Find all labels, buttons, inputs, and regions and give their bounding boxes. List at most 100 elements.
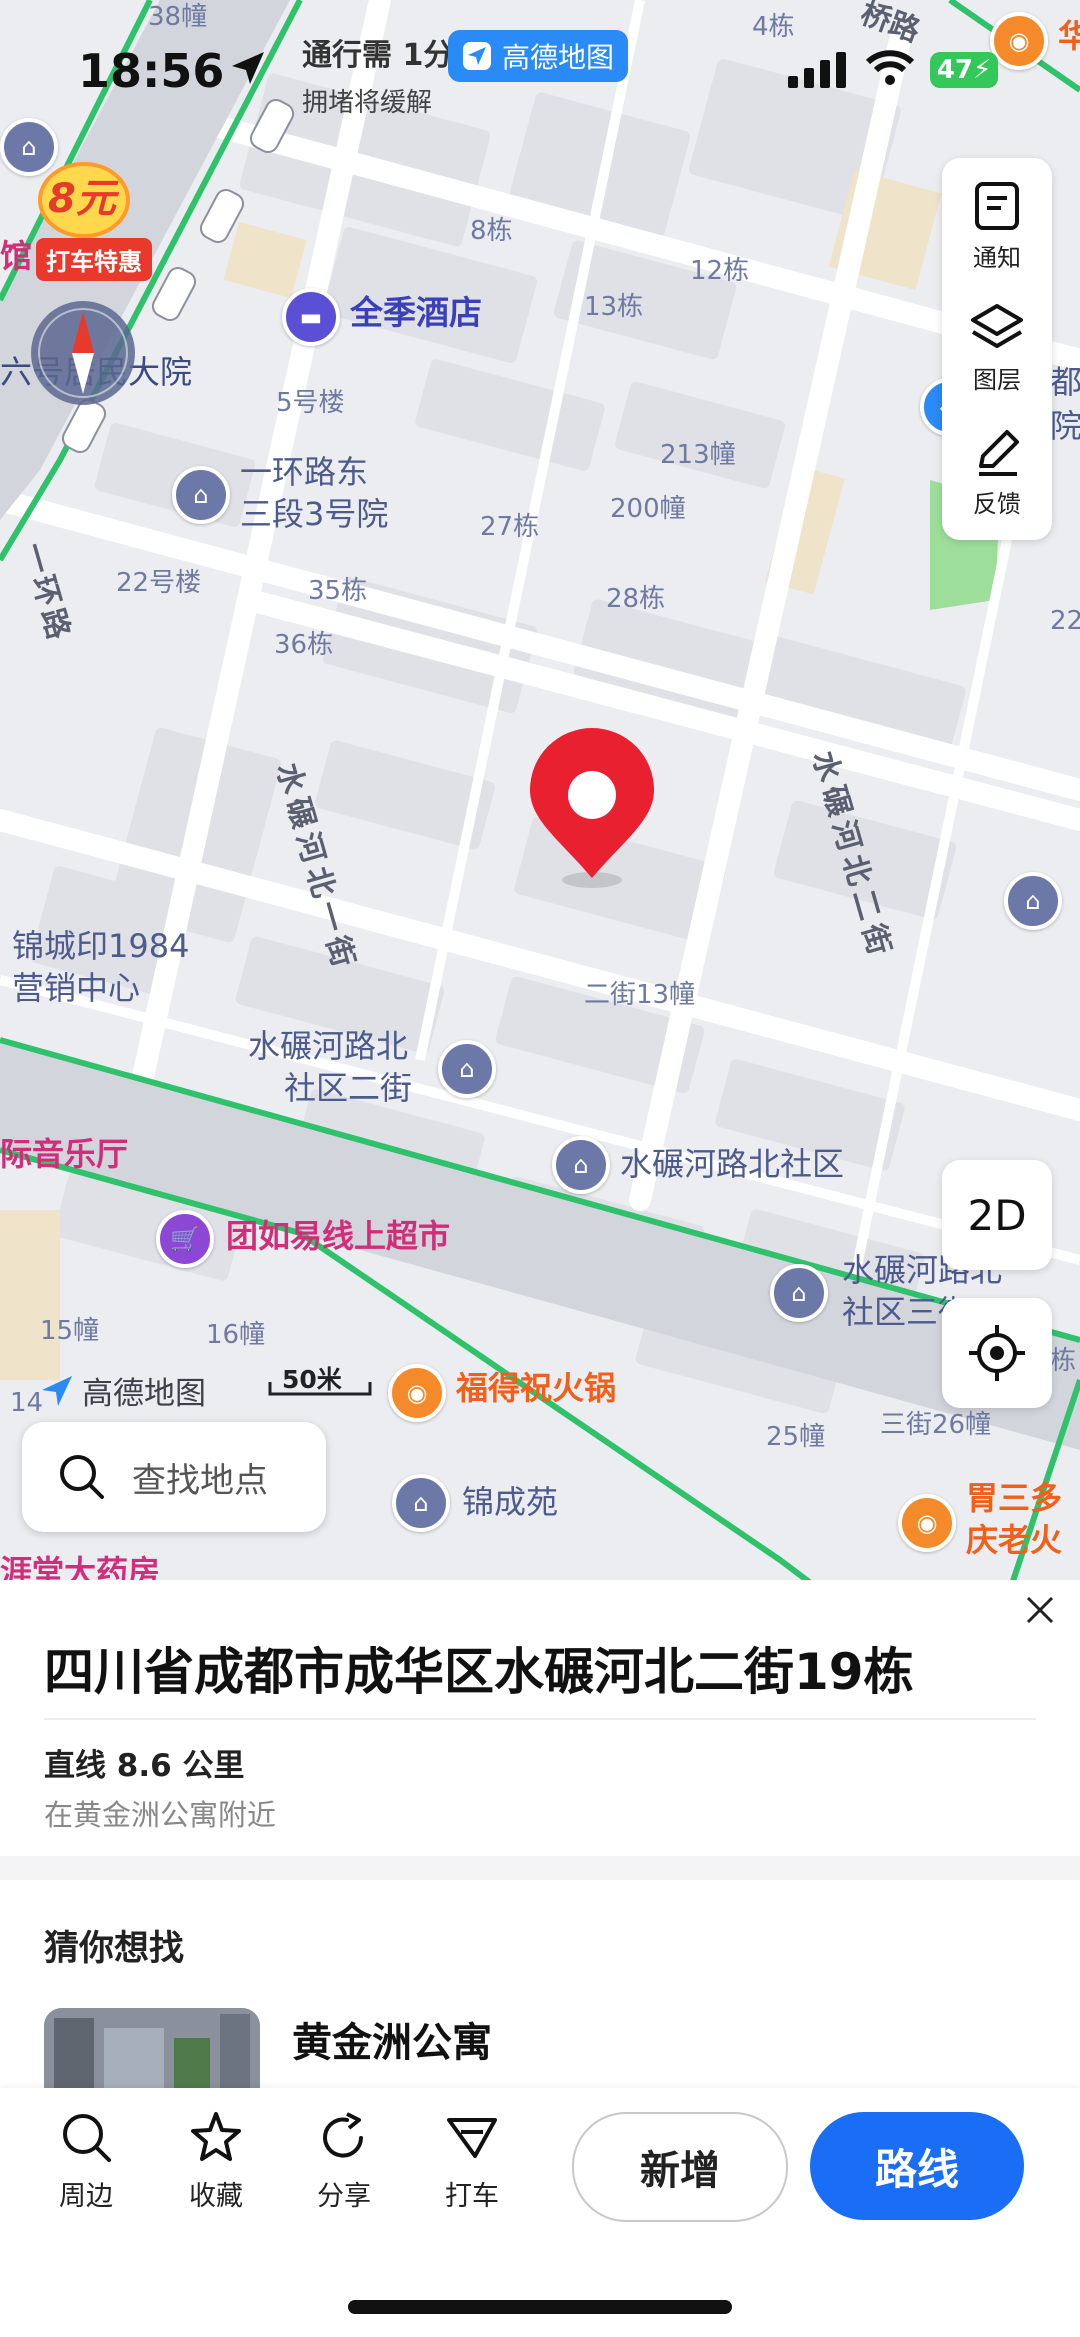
map-poi-hotpot[interactable]: 福得祝火锅: [456, 1372, 616, 1404]
status-time: 18:56: [78, 44, 225, 98]
taxi-icon: [447, 2118, 497, 2158]
map-label: 35栋: [308, 576, 368, 606]
nearby-label: 周边: [59, 2181, 113, 2212]
section-title: 猜你想找: [44, 1929, 185, 1969]
map-poi-hotel[interactable]: 全季酒店: [350, 296, 482, 329]
close-icon[interactable]: [1022, 1592, 1058, 1628]
app-return-label: 高德地图: [502, 41, 615, 74]
star-icon: [191, 2112, 241, 2161]
section-gap: [0, 1856, 1080, 1880]
map-label: 院学: [1050, 407, 1080, 445]
map-toolbar: 通知 图层 反馈: [942, 158, 1052, 540]
nav-hint-text: 通行需 1分: [302, 38, 454, 73]
layers-icon: [971, 303, 1023, 348]
map-label: 13栋: [584, 292, 644, 322]
hotel-icon[interactable]: ▬: [282, 288, 340, 346]
signal-icon: [788, 52, 846, 88]
battery-level: 47: [936, 55, 973, 85]
share-button[interactable]: 分享: [294, 2110, 394, 2230]
map-label: 庆老火: [966, 1521, 1063, 1559]
community-icon[interactable]: ⌂: [770, 1264, 828, 1322]
restaurant-icon[interactable]: ◉: [388, 1364, 446, 1422]
share-label: 分享: [317, 2181, 371, 2212]
favorite-label: 收藏: [189, 2181, 243, 2212]
layers-button[interactable]: 图层: [942, 288, 1052, 408]
map-label: 都市: [1050, 363, 1080, 401]
map-base: [0, 0, 1080, 1590]
map-label: 胃三多: [966, 1479, 1063, 1517]
map-watermark: 高德地图: [40, 1368, 206, 1413]
map-label: 栋: [1050, 1346, 1077, 1376]
route-button[interactable]: 路线: [810, 2112, 1024, 2220]
location-arrow-icon: [232, 52, 264, 84]
nearby-button[interactable]: 周边: [36, 2110, 136, 2230]
map-label: 213幢: [660, 440, 736, 470]
nav-hint-sub: 拥堵将缓解: [302, 88, 433, 118]
community-icon[interactable]: ⌂: [438, 1040, 496, 1098]
map-label: 锦城印1984: [12, 927, 190, 965]
map-label: 4栋: [752, 12, 795, 42]
notify-label: 通知: [973, 243, 1021, 272]
add-button[interactable]: 新增: [572, 2112, 788, 2222]
map-label: 200幢: [610, 494, 686, 524]
search-icon: [63, 2114, 111, 2162]
wifi-icon: [866, 50, 914, 85]
map-label: 锦成苑: [462, 1483, 559, 1521]
notify-button[interactable]: 通知: [942, 166, 1052, 286]
map-label: 5号楼: [276, 388, 345, 418]
edit-icon: [979, 429, 1019, 476]
restaurant-icon[interactable]: ◉: [990, 12, 1048, 70]
map-label: 二街13幢: [584, 980, 696, 1010]
nearby-text: 在黄金洲公寓附近: [44, 1798, 277, 1832]
map-label: 三段3号院: [240, 495, 389, 533]
watermark-text: 高德地图: [82, 1376, 206, 1412]
search-placeholder: 查找地点: [132, 1460, 268, 1501]
gaode-logo-icon: [42, 1375, 72, 1406]
map-label: 一环路东: [240, 453, 369, 491]
map-label: 8栋: [470, 216, 513, 246]
community-icon[interactable]: ⌂: [1004, 872, 1062, 930]
suggestion-title[interactable]: 黄金洲公寓: [292, 2010, 492, 2068]
taxi-button[interactable]: 打车: [422, 2110, 522, 2230]
map-label: 22: [1050, 606, 1080, 636]
map-label: 际音乐厅: [0, 1135, 129, 1173]
suggestion-thumbnail[interactable]: [44, 2008, 260, 2088]
gaode-logo-icon: [463, 42, 491, 70]
promo-price[interactable]: 8元: [48, 166, 116, 224]
toggle-2d-button[interactable]: 2D: [942, 1160, 1052, 1270]
map-poi-market[interactable]: 团如易线上超市: [226, 1220, 450, 1252]
map-label: 营销中心: [12, 969, 141, 1007]
map-label: 14: [10, 1388, 44, 1418]
community-icon[interactable]: ⌂: [552, 1136, 610, 1194]
share-icon: [323, 2112, 363, 2158]
locate-icon: [969, 1325, 1025, 1381]
residence-icon[interactable]: ⌂: [392, 1474, 450, 1532]
locate-button[interactable]: [942, 1298, 1052, 1408]
map-label: 三街26幢: [880, 1410, 992, 1440]
distance-text: 直线 8.6 公里: [44, 1748, 245, 1784]
map-label: 36栋: [274, 630, 334, 660]
favorite-button[interactable]: 收藏: [166, 2110, 266, 2230]
home-indicator[interactable]: [348, 2300, 732, 2314]
map-poi-community[interactable]: 水碾河路北社区: [620, 1148, 844, 1180]
layers-label: 图层: [973, 365, 1021, 394]
map-label: 华: [1058, 17, 1080, 55]
map-label: 28栋: [606, 584, 666, 614]
residence-icon[interactable]: ⌂: [172, 466, 230, 524]
map-label: 馆: [0, 237, 33, 275]
map-label: 12栋: [690, 256, 750, 286]
map-label: 27栋: [480, 512, 540, 542]
map-view[interactable]: 38幢 4栋 桥路 华 ◉ 8栋 12栋 13栋 ▬ 全季酒店 六号居民大院 5…: [0, 0, 1080, 1590]
notification-icon: [975, 181, 1019, 230]
promo-label[interactable]: 打车特惠: [36, 238, 152, 281]
search-box[interactable]: 查找地点: [22, 1422, 326, 1532]
scale-bar: [268, 1382, 372, 1396]
compass-icon[interactable]: [28, 298, 138, 408]
map-label: 水碾河路北: [248, 1027, 409, 1065]
restaurant-icon[interactable]: ◉: [898, 1494, 956, 1552]
map-label: 22号楼: [116, 568, 202, 598]
shop-icon[interactable]: 🛒: [156, 1210, 214, 1268]
feedback-button[interactable]: 反馈: [942, 412, 1052, 532]
map-label: 15幢: [40, 1316, 100, 1346]
app-return-pill[interactable]: 高德地图: [448, 30, 629, 82]
